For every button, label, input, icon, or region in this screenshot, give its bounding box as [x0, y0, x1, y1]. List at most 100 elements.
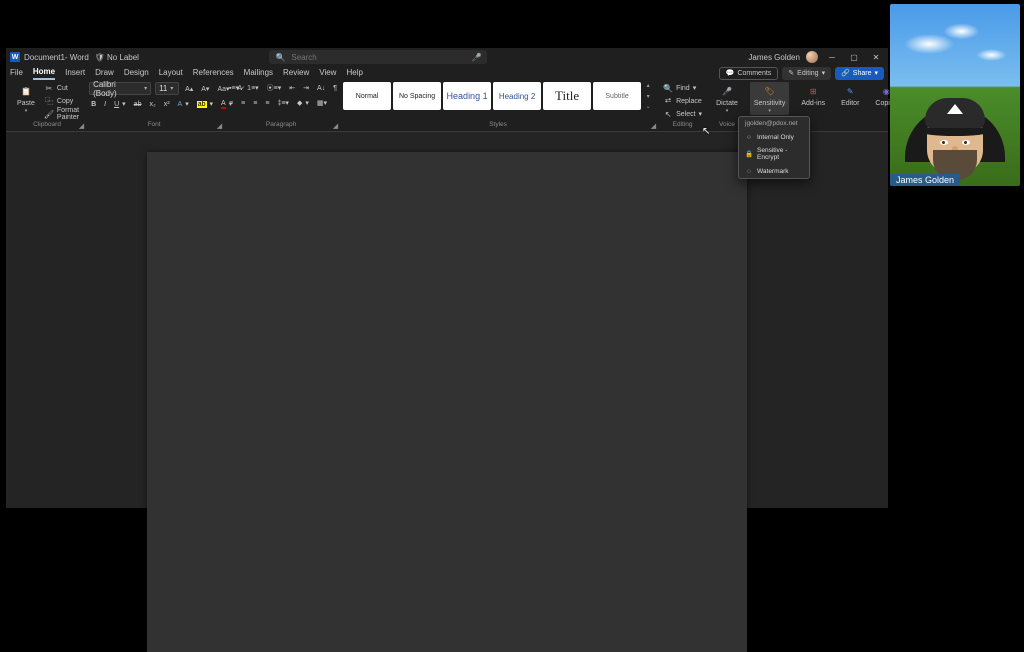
- line-spacing-button[interactable]: ‡≡▾: [275, 97, 291, 109]
- search-icon: 🔍: [663, 83, 673, 93]
- editor-button[interactable]: ✎ Editor: [837, 82, 863, 108]
- user-name[interactable]: James Golden: [748, 53, 800, 62]
- format-painter-button[interactable]: 🖌Format Painter: [42, 108, 81, 120]
- app-icon: W: [10, 52, 20, 62]
- brush-icon: 🖌: [44, 109, 54, 119]
- sensitivity-label-chip[interactable]: 🛡 No Label: [95, 53, 139, 62]
- webcam-overlay: James Golden: [890, 4, 1020, 186]
- shading-button[interactable]: ◆▾: [295, 97, 311, 109]
- sort-button[interactable]: A↓: [315, 82, 327, 94]
- numbering-button[interactable]: 1≡▾: [245, 82, 261, 94]
- addins-button[interactable]: ⊞ Add-ins: [797, 82, 829, 108]
- shield-icon: 🛡: [95, 53, 105, 62]
- style-normal[interactable]: Normal: [343, 82, 391, 110]
- select-button[interactable]: ↖Select ▾: [661, 108, 704, 120]
- minimize-button[interactable]: ─: [824, 48, 840, 66]
- align-left-button[interactable]: ≡: [227, 97, 235, 109]
- clipboard-dialog-launcher[interactable]: ◢: [79, 122, 84, 130]
- replace-button[interactable]: ⮂Replace: [661, 95, 704, 107]
- tab-design[interactable]: Design: [124, 68, 149, 79]
- no-label-text: No Label: [107, 53, 139, 62]
- tab-home[interactable]: Home: [33, 67, 55, 80]
- cut-button[interactable]: ✂Cut: [42, 82, 81, 94]
- document-page[interactable]: [147, 152, 747, 652]
- multilevel-button[interactable]: ⦿≡▾: [265, 82, 284, 94]
- text-effects-button[interactable]: A▾: [176, 98, 191, 110]
- justify-button[interactable]: ≡: [263, 97, 271, 109]
- tab-file[interactable]: File: [10, 68, 23, 79]
- share-button[interactable]: 🔗 Share ▾: [835, 67, 884, 80]
- paragraph-dialog-launcher[interactable]: ◢: [333, 122, 338, 130]
- clipboard-icon: 📋: [18, 83, 34, 99]
- search-box[interactable]: 🔍 🎤: [269, 50, 487, 64]
- show-marks-button[interactable]: ¶: [331, 82, 339, 94]
- superscript-button[interactable]: x²: [162, 98, 172, 110]
- strikethrough-button[interactable]: ab: [132, 98, 144, 110]
- style-no-spacing[interactable]: No Spacing: [393, 82, 441, 110]
- font-size-combo[interactable]: 11▾: [155, 82, 179, 95]
- copy-icon: ⿻: [44, 96, 54, 106]
- dd-watermark[interactable]: ◌Watermark: [739, 164, 809, 178]
- comments-button[interactable]: 💬 Comments: [719, 67, 779, 80]
- dictate-button[interactable]: 🎤 Dictate ▾: [712, 82, 742, 115]
- highlight-button[interactable]: ab▾: [195, 98, 215, 110]
- font-name-combo[interactable]: Calibri (Body)▾: [89, 82, 151, 95]
- document-area: [6, 132, 888, 508]
- style-heading1[interactable]: Heading 1: [443, 82, 491, 110]
- underline-button[interactable]: U▾: [112, 98, 128, 110]
- style-subtitle[interactable]: Subtitle: [593, 82, 641, 110]
- decrease-indent-button[interactable]: ⇤: [287, 82, 297, 94]
- sensitivity-dropdown: jgolden@pdox.net ○Internal Only 🔒Sensiti…: [738, 116, 810, 179]
- find-button[interactable]: 🔍Find ▾: [661, 82, 704, 94]
- group-styles: Normal No Spacing Heading 1 Heading 2 Ti…: [339, 80, 657, 131]
- tab-view[interactable]: View: [319, 68, 336, 79]
- search-input[interactable]: [291, 53, 465, 62]
- ribbon-tabs: File Home Insert Draw Design Layout Refe…: [6, 66, 888, 80]
- search-icon: 🔍: [275, 53, 285, 62]
- editing-mode-button[interactable]: ✎ Editing ▾: [782, 67, 831, 80]
- styles-dialog-launcher[interactable]: ◢: [651, 122, 656, 130]
- close-button[interactable]: ✕: [868, 48, 884, 66]
- group-label-clipboard: Clipboard: [13, 121, 81, 131]
- font-dialog-launcher[interactable]: ◢: [217, 122, 222, 130]
- shrink-font-button[interactable]: A▾: [199, 83, 211, 95]
- cursor-icon: ↖: [663, 109, 673, 119]
- style-title[interactable]: Title: [543, 82, 591, 110]
- styles-gallery-scroll[interactable]: ▴▾⌄: [643, 82, 653, 110]
- tab-insert[interactable]: Insert: [65, 68, 85, 79]
- mic-icon[interactable]: 🎤: [471, 53, 481, 62]
- replace-icon: ⮂: [663, 96, 673, 106]
- text-effects-icon: A: [178, 101, 183, 108]
- align-center-button[interactable]: ≡: [239, 97, 247, 109]
- style-heading2[interactable]: Heading 2: [493, 82, 541, 110]
- addins-icon: ⊞: [805, 83, 821, 99]
- avatar[interactable]: [806, 51, 818, 63]
- paste-button[interactable]: 📋 Paste ▾: [13, 82, 39, 115]
- copy-button[interactable]: ⿻Copy: [42, 95, 81, 107]
- increase-indent-button[interactable]: ⇥: [301, 82, 311, 94]
- tab-references[interactable]: References: [193, 68, 234, 79]
- grow-font-button[interactable]: A▴: [183, 83, 195, 95]
- bullets-button[interactable]: ▪≡▾: [227, 82, 241, 94]
- italic-button[interactable]: I: [102, 98, 108, 110]
- borders-button[interactable]: ▦▾: [315, 97, 329, 109]
- maximize-button[interactable]: ▢: [846, 48, 862, 66]
- dd-internal-only[interactable]: ○Internal Only: [739, 130, 809, 144]
- tag-icon: 🏷: [762, 83, 778, 99]
- group-label-styles: Styles: [343, 121, 653, 131]
- scissors-icon: ✂: [44, 83, 54, 93]
- group-paragraph: ▪≡▾ 1≡▾ ⦿≡▾ ⇤ ⇥ A↓ ¶ ≡ ≡ ≡ ≡ ‡≡▾ ◆▾ ▦▾: [223, 80, 339, 131]
- dd-sensitive-encrypt[interactable]: 🔒Sensitive - Encrypt: [739, 144, 809, 164]
- presenter-name-tag: James Golden: [890, 174, 960, 186]
- tab-draw[interactable]: Draw: [95, 68, 114, 79]
- group-label-editing: Editing: [661, 121, 704, 131]
- tab-layout[interactable]: Layout: [159, 68, 183, 79]
- subscript-button[interactable]: x₂: [147, 98, 157, 110]
- align-right-button[interactable]: ≡: [251, 97, 259, 109]
- circle-icon: ○: [745, 133, 753, 141]
- tab-help[interactable]: Help: [346, 68, 362, 79]
- tab-review[interactable]: Review: [283, 68, 309, 79]
- bold-button[interactable]: B: [89, 98, 98, 110]
- sensitivity-button[interactable]: 🏷 Sensitivity ▾: [750, 82, 790, 115]
- tab-mailings[interactable]: Mailings: [244, 68, 273, 79]
